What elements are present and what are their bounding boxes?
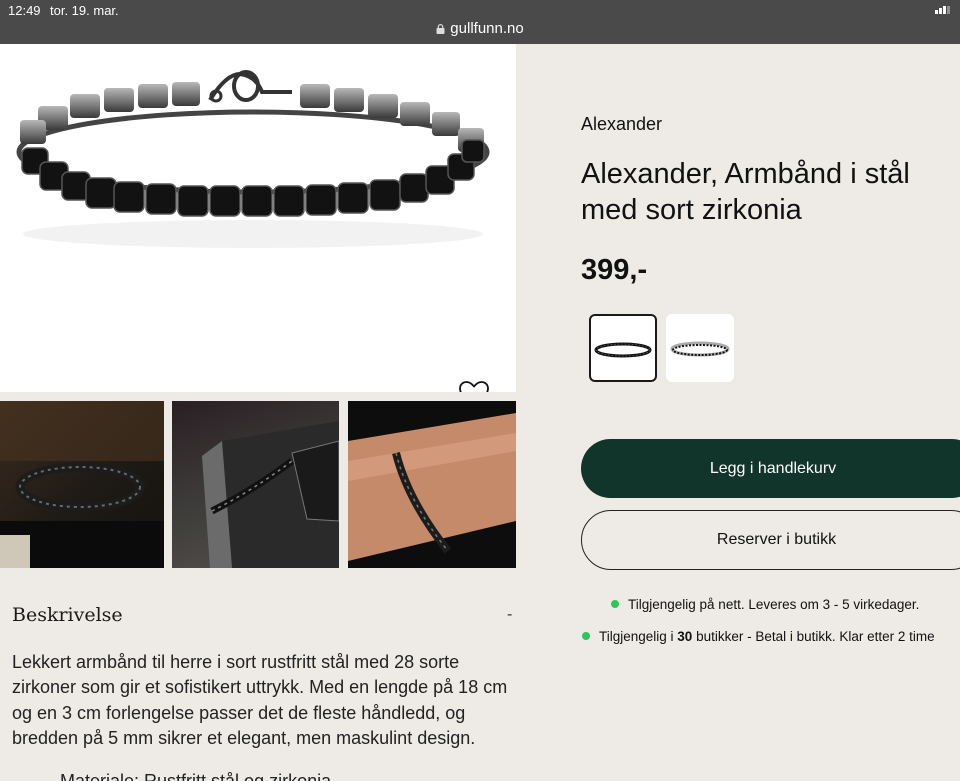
reserve-in-store-button[interactable]: Reserver i butikk xyxy=(581,510,960,570)
gallery-thumbnail[interactable] xyxy=(172,401,339,568)
status-bar: 12:49 tor. 19. mar. gullfunn.no xyxy=(0,0,960,44)
address-bar[interactable]: gullfunn.no xyxy=(0,20,960,37)
store-availability-prefix: Tilgjengelig i xyxy=(599,629,678,644)
description-text: Lekkert armbånd til herre i sort rustfri… xyxy=(12,652,508,749)
description-heading: Beskrivelse xyxy=(12,604,123,626)
url-text: gullfunn.no xyxy=(450,20,524,37)
add-to-cart-button[interactable]: Legg i handlekurv xyxy=(581,439,960,498)
variant-option-black[interactable] xyxy=(589,314,657,382)
bracelet-illustration xyxy=(16,70,490,248)
store-availability[interactable]: Tilgjengelig i 30 butikker - Betal i but… xyxy=(582,629,935,644)
variant-thumbnail xyxy=(594,342,652,358)
in-stock-dot-icon xyxy=(582,632,590,640)
heart-outline-icon[interactable] xyxy=(457,379,491,392)
variant-option-silver[interactable] xyxy=(666,314,734,382)
gallery-thumbnail[interactable] xyxy=(0,401,164,568)
status-time: 12:49 xyxy=(8,3,41,18)
store-availability-suffix: butikker - Betal i butikk. Klar etter 2 … xyxy=(692,629,935,644)
thumbnail-photo xyxy=(0,401,164,568)
product-brand[interactable]: Alexander xyxy=(581,114,662,135)
in-stock-dot-icon xyxy=(611,600,619,608)
product-title: Alexander, Armbånd i stål med sort zirko… xyxy=(581,158,910,226)
gallery-thumbnail[interactable] xyxy=(348,401,516,568)
product-price: 399,- xyxy=(581,254,648,286)
variant-thumbnail xyxy=(670,341,730,357)
description-next-line: Materiale: Rustfritt stål og zirkonia xyxy=(60,771,332,781)
lock-icon xyxy=(436,24,445,34)
product-main-image[interactable] xyxy=(0,44,516,392)
description-collapse-toggle[interactable]: - xyxy=(507,606,512,624)
thumbnail-photo xyxy=(202,421,339,568)
signal-icon xyxy=(935,6,950,14)
online-availability: Tilgjengelig på nett. Leveres om 3 - 5 v… xyxy=(611,597,919,612)
online-availability-text: Tilgjengelig på nett. Leveres om 3 - 5 v… xyxy=(628,597,920,612)
store-count: 30 xyxy=(677,629,693,644)
thumbnail-photo xyxy=(348,413,516,561)
status-date: tor. 19. mar. xyxy=(50,3,119,18)
